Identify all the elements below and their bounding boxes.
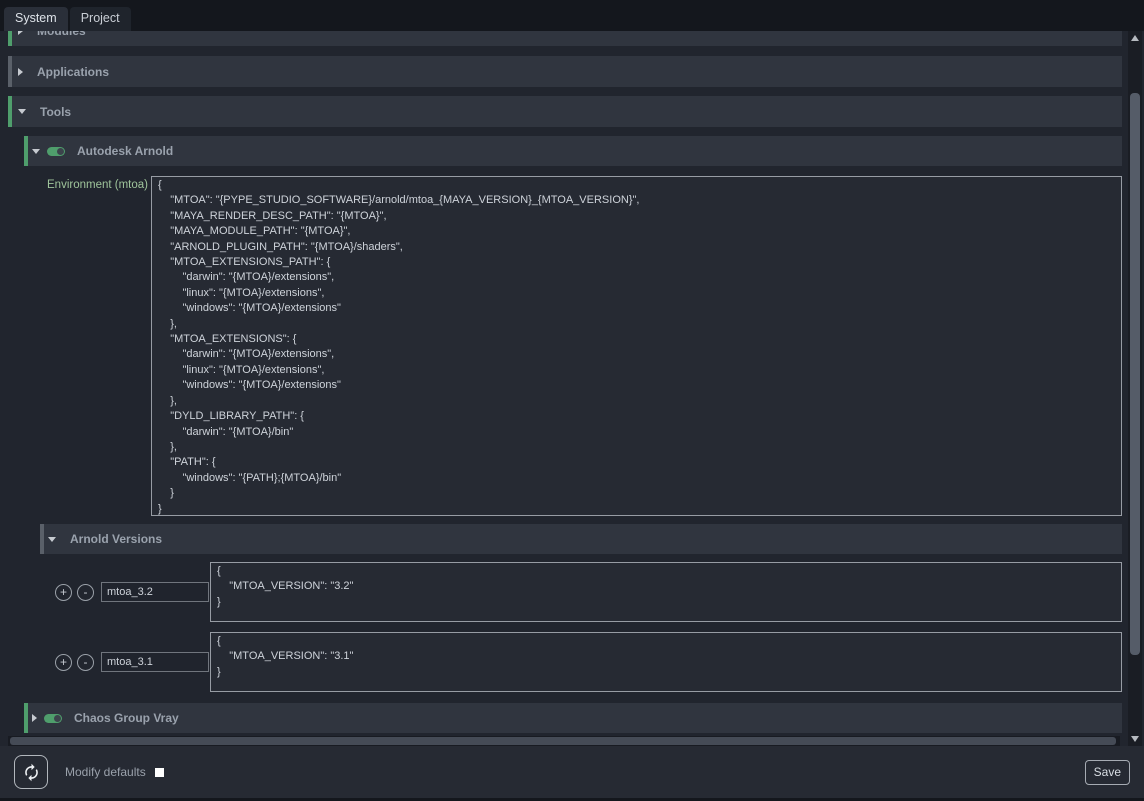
group-header-applications[interactable]: Applications bbox=[8, 56, 1122, 87]
vertical-scrollbar-thumb[interactable] bbox=[1130, 93, 1140, 655]
group-label-autodesk-arnold: Autodesk Arnold bbox=[77, 144, 173, 158]
refresh-button[interactable] bbox=[14, 755, 48, 789]
vray-override-bar bbox=[24, 703, 28, 733]
group-label-applications: Applications bbox=[37, 65, 109, 79]
applications-override-bar bbox=[8, 56, 12, 87]
arnold-override-bar bbox=[24, 136, 28, 166]
environment-label: Environment (mtoa) bbox=[8, 176, 151, 191]
tab-project[interactable]: Project bbox=[70, 7, 131, 31]
horizontal-scrollbar-thumb[interactable] bbox=[10, 737, 1116, 745]
tools-override-bar bbox=[8, 96, 12, 127]
remove-version-button[interactable]: - bbox=[77, 654, 94, 671]
modules-override-bar bbox=[8, 31, 12, 46]
group-label-modules: Modules bbox=[37, 31, 86, 38]
chevron-down-icon[interactable] bbox=[18, 109, 26, 114]
scroll-down-button[interactable] bbox=[1128, 732, 1142, 746]
version-row: + - { "MTOA_VERSION": "3.1" } bbox=[8, 632, 1122, 692]
scroll-up-button[interactable] bbox=[1128, 31, 1142, 45]
horizontal-scrollbar[interactable] bbox=[8, 736, 1120, 746]
version-json-textarea[interactable]: { "MTOA_VERSION": "3.2" } bbox=[210, 562, 1122, 622]
group-label-chaos-group-vray: Chaos Group Vray bbox=[74, 711, 179, 725]
toggle-knob-icon bbox=[54, 715, 61, 722]
tab-bar: System Project bbox=[0, 0, 1144, 31]
vray-enabled-toggle[interactable] bbox=[44, 714, 62, 723]
chevron-right-icon[interactable] bbox=[32, 714, 37, 722]
vertical-scrollbar[interactable] bbox=[1128, 31, 1142, 746]
save-button[interactable]: Save bbox=[1085, 760, 1130, 785]
version-row-controls: + - bbox=[8, 632, 210, 692]
environment-row: Environment (mtoa) { "MTOA": "{PYPE_STUD… bbox=[8, 176, 1122, 516]
add-version-button[interactable]: + bbox=[55, 654, 72, 671]
group-label-tools: Tools bbox=[40, 105, 71, 119]
modify-defaults-checkbox[interactable] bbox=[155, 768, 164, 777]
environment-json-textarea[interactable]: { "MTOA": "{PYPE_STUDIO_SOFTWARE}/arnold… bbox=[151, 176, 1122, 516]
triangle-down-icon bbox=[1131, 736, 1139, 742]
version-row: + - { "MTOA_VERSION": "3.2" } bbox=[8, 562, 1122, 622]
add-version-button[interactable]: + bbox=[55, 584, 72, 601]
refresh-icon bbox=[22, 763, 41, 782]
chevron-right-icon[interactable] bbox=[18, 68, 23, 76]
modify-defaults-label: Modify defaults bbox=[65, 765, 146, 779]
tab-system[interactable]: System bbox=[4, 7, 68, 31]
chevron-down-icon[interactable] bbox=[32, 149, 40, 154]
arnold-versions-override-bar bbox=[40, 524, 44, 554]
group-header-modules[interactable]: Modules bbox=[8, 31, 1122, 46]
group-header-tools[interactable]: Tools bbox=[8, 96, 1122, 127]
toggle-knob-icon bbox=[57, 148, 64, 155]
group-modules-clipped: Modules bbox=[8, 31, 1122, 46]
chevron-down-icon[interactable] bbox=[48, 537, 56, 542]
version-row-controls: + - bbox=[8, 562, 210, 622]
group-label-arnold-versions: Arnold Versions bbox=[70, 532, 162, 546]
group-header-autodesk-arnold[interactable]: Autodesk Arnold bbox=[24, 136, 1122, 166]
settings-window: System Project Modules Applications Tool… bbox=[0, 0, 1144, 801]
triangle-up-icon bbox=[1131, 35, 1139, 41]
remove-version-button[interactable]: - bbox=[77, 584, 94, 601]
settings-content: Modules Applications Tools Autodesk Arno… bbox=[8, 31, 1122, 733]
version-json-textarea[interactable]: { "MTOA_VERSION": "3.1" } bbox=[210, 632, 1122, 692]
group-header-arnold-versions[interactable]: Arnold Versions bbox=[40, 524, 1122, 554]
group-header-chaos-group-vray[interactable]: Chaos Group Vray bbox=[24, 703, 1122, 733]
version-key-input[interactable] bbox=[101, 652, 209, 672]
chevron-right-icon[interactable] bbox=[18, 31, 23, 35]
version-key-input[interactable] bbox=[101, 582, 209, 602]
footer-bar: Modify defaults Save bbox=[0, 746, 1144, 798]
arnold-enabled-toggle[interactable] bbox=[47, 147, 65, 156]
settings-scroll-area: Modules Applications Tools Autodesk Arno… bbox=[0, 31, 1144, 746]
